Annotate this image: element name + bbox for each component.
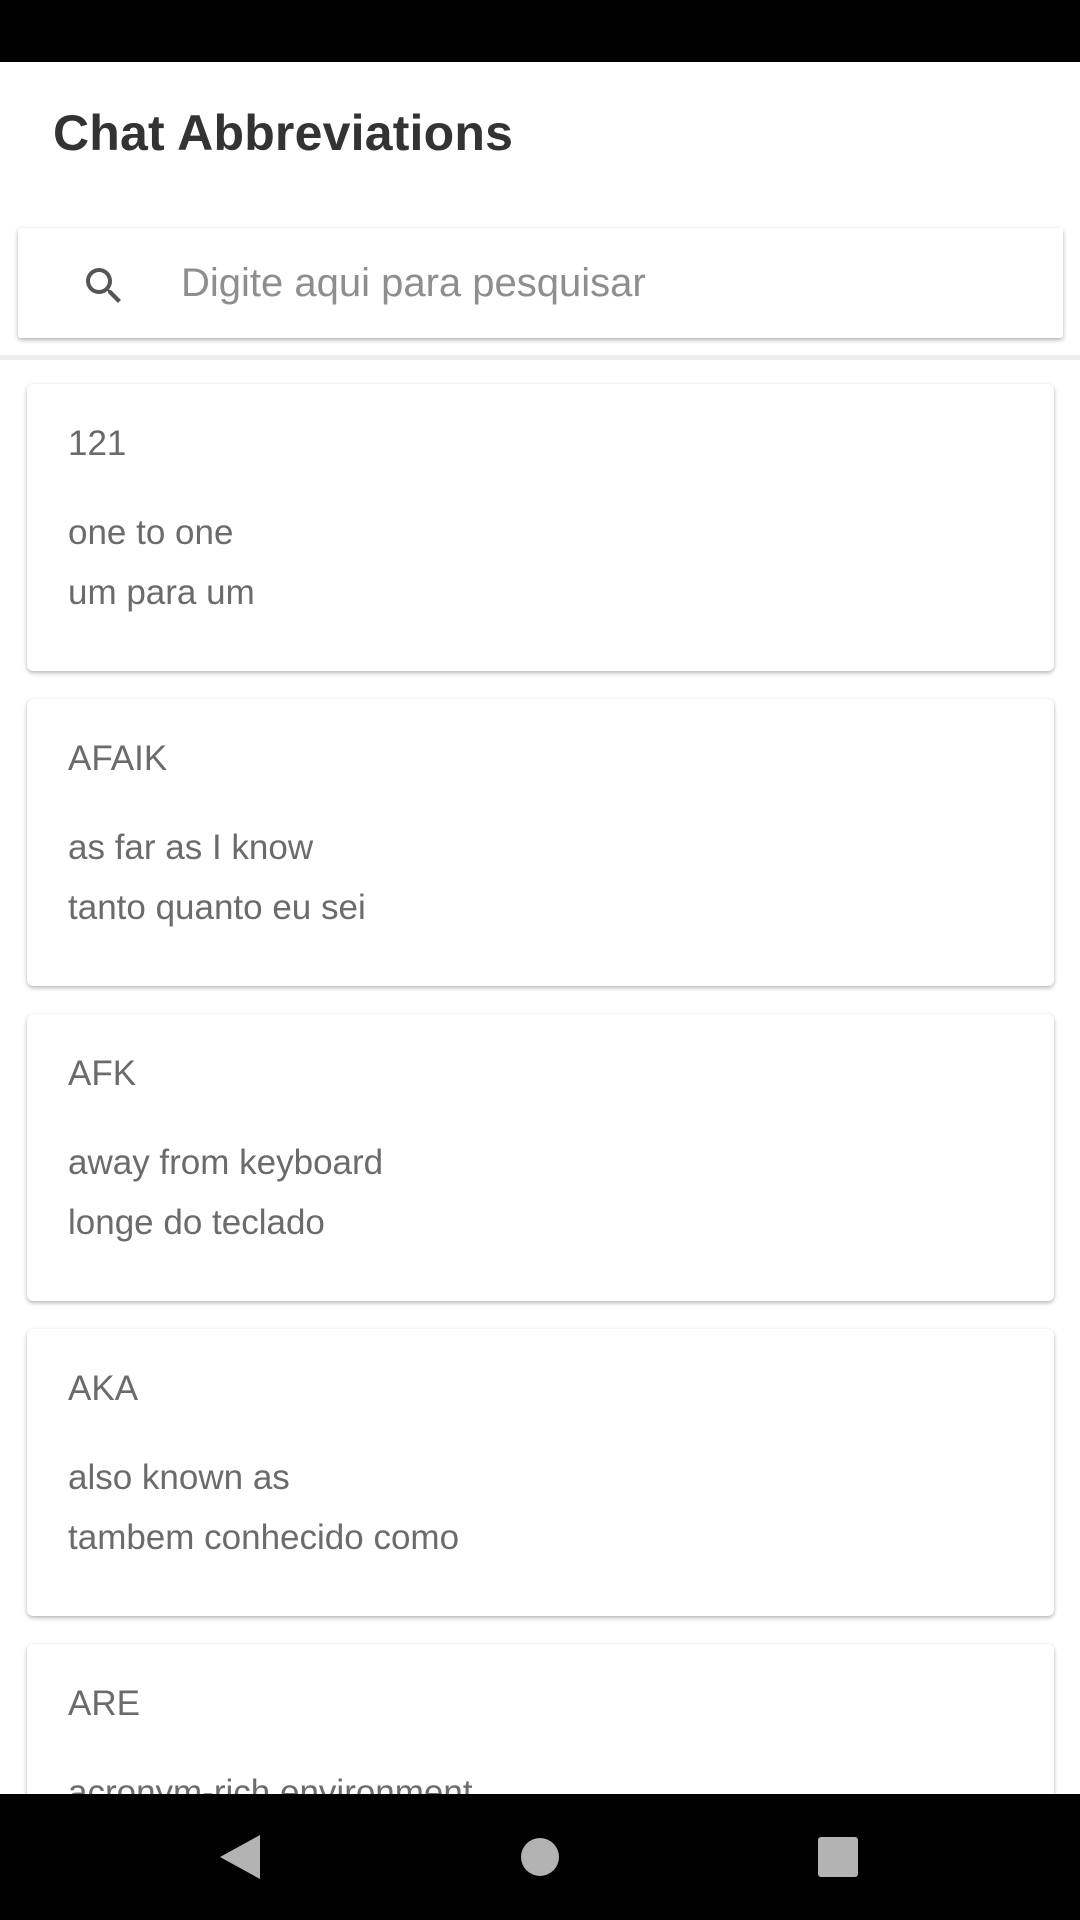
list-item[interactable]: 121 one to one um para um xyxy=(27,384,1054,671)
navigation-bar xyxy=(0,1794,1080,1920)
page-title: Chat Abbreviations xyxy=(53,105,514,161)
portuguese-meaning: um para um xyxy=(68,573,255,612)
english-meaning: one to one xyxy=(68,513,234,552)
back-triangle-icon[interactable] xyxy=(204,1822,274,1892)
search-bar[interactable] xyxy=(18,228,1063,338)
list-item[interactable]: AKA also known as tambem conhecido como xyxy=(27,1329,1054,1616)
portuguese-meaning: tanto quanto eu sei xyxy=(68,888,366,927)
english-meaning: acronym-rich environment xyxy=(68,1773,473,1794)
english-meaning: as far as I know xyxy=(68,828,314,867)
list-item[interactable]: ARE acronym-rich environment xyxy=(27,1644,1054,1794)
abbreviation: 121 xyxy=(68,424,127,463)
abbreviation: AKA xyxy=(68,1369,139,1408)
list-item[interactable]: AFK away from keyboard longe do teclado xyxy=(27,1014,1054,1301)
english-meaning: also known as xyxy=(68,1458,290,1497)
abbreviation: AFK xyxy=(68,1054,137,1093)
abbreviation: AFAIK xyxy=(68,739,168,778)
app-screen: Chat Abbreviations 121 one to one um par… xyxy=(0,0,1080,1920)
home-circle-icon[interactable] xyxy=(505,1822,575,1892)
status-bar xyxy=(0,0,1080,62)
search-icon[interactable] xyxy=(80,262,128,310)
list-item[interactable]: AFAIK as far as I know tanto quanto eu s… xyxy=(27,699,1054,986)
portuguese-meaning: tambem conhecido como xyxy=(68,1518,460,1557)
portuguese-meaning: longe do teclado xyxy=(68,1203,325,1242)
abbreviation: ARE xyxy=(68,1684,140,1723)
search-input[interactable] xyxy=(181,248,1041,318)
abbreviation-list[interactable]: 121 one to one um para um AFAIK as far a… xyxy=(0,360,1080,1794)
english-meaning: away from keyboard xyxy=(68,1143,384,1182)
recents-square-icon[interactable] xyxy=(803,1822,873,1892)
